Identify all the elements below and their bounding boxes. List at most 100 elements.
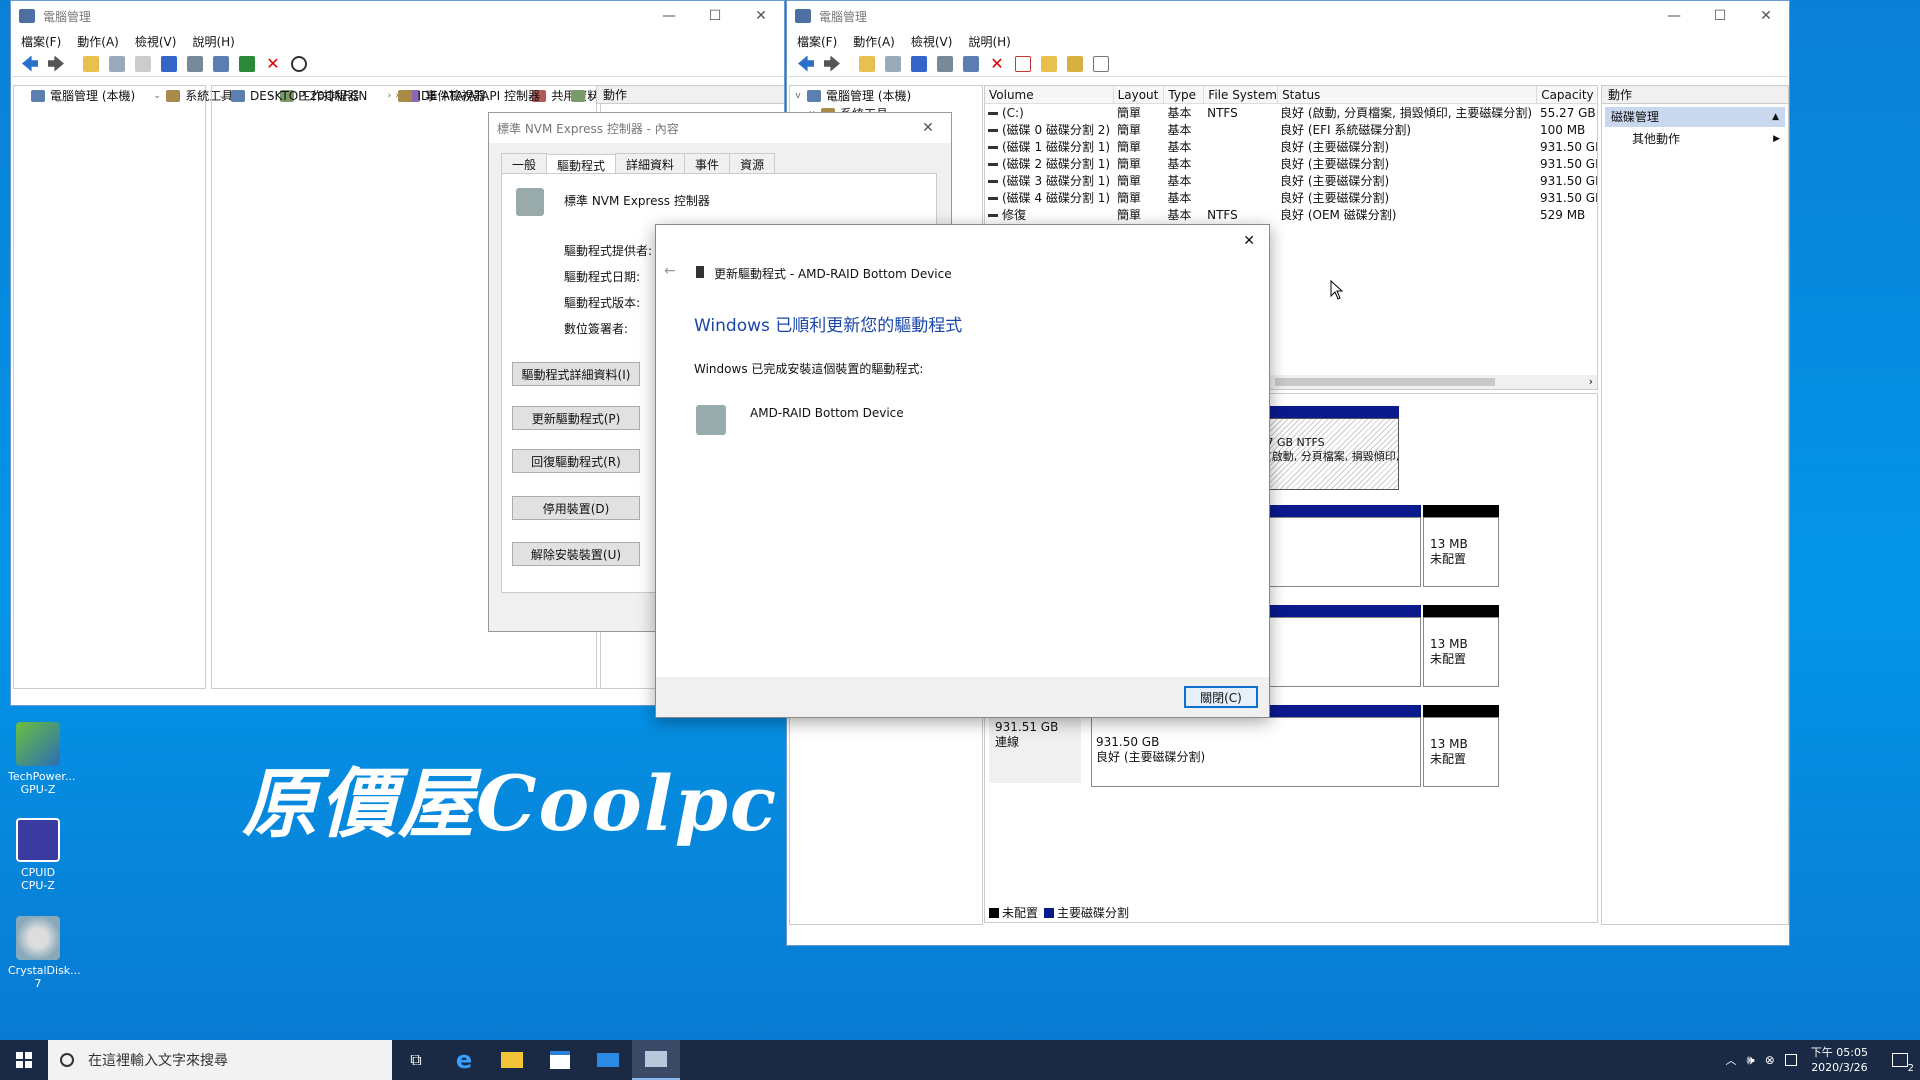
- disk1-unallocated-block[interactable]: 13 MB 未配置: [1423, 505, 1499, 587]
- desktop-icon-gpuz[interactable]: TechPower... GPU-Z: [8, 722, 75, 796]
- device-tree-item[interactable]: ⌄ DESKTOP-20QNFCN: [216, 87, 367, 105]
- collapsed-chevron-icon[interactable]: ›: [556, 87, 568, 105]
- import-icon[interactable]: [1041, 55, 1057, 72]
- close-button[interactable]: ✕: [1243, 233, 1255, 249]
- view-icon[interactable]: [937, 55, 953, 72]
- tab-details[interactable]: 詳細資料: [615, 153, 686, 175]
- monitor-icon[interactable]: [213, 55, 229, 72]
- clock[interactable]: 下午 05:05 2020/3/26: [1811, 1045, 1868, 1075]
- file-explorer-icon[interactable]: [488, 1040, 536, 1080]
- disable-device-button[interactable]: 停用裝置(D): [512, 496, 640, 520]
- col-filesystem[interactable]: File System: [1204, 86, 1279, 103]
- close-button[interactable]: ✕: [905, 113, 951, 143]
- update-driver-icon[interactable]: [239, 55, 255, 72]
- action-center-tray-icon[interactable]: [1784, 1054, 1797, 1066]
- tab-events[interactable]: 事件: [684, 153, 731, 175]
- h-scrollbar-thumb[interactable]: [1275, 378, 1495, 386]
- volume-row[interactable]: (磁碟 4 磁碟分割 1) 簡單 基本 良好 (主要磁碟分割) 931.50 GB: [985, 189, 1597, 206]
- up-folder-icon[interactable]: [859, 55, 875, 72]
- back-icon[interactable]: [22, 55, 38, 72]
- tree-root[interactable]: v 電腦管理 (本機): [792, 87, 980, 105]
- show-hide-tree-icon[interactable]: [885, 55, 901, 72]
- back-icon[interactable]: [798, 55, 814, 72]
- maximize-button[interactable]: ☐: [692, 1, 738, 31]
- menu-view[interactable]: 檢視(V): [911, 33, 953, 50]
- forward-icon[interactable]: [824, 55, 840, 72]
- props-device-name: 標準 NVM Express 控制器: [564, 194, 710, 208]
- menu-action[interactable]: 動作(A): [77, 33, 119, 50]
- desktop-icon-crystaldisk[interactable]: CrystalDisk... 7: [8, 916, 81, 990]
- minimize-button[interactable]: —: [1651, 1, 1697, 31]
- forward-icon[interactable]: [48, 55, 64, 72]
- menu-help[interactable]: 說明(H): [968, 33, 1010, 50]
- device-tree-item[interactable]: ›人性化介面裝置: [540, 87, 600, 105]
- nav-tree-item[interactable]: 電腦管理 (本機): [16, 87, 135, 105]
- minimize-button[interactable]: —: [646, 1, 692, 31]
- disk3-unallocated-block[interactable]: 13 MB 未配置: [1423, 705, 1499, 787]
- back-icon[interactable]: ←: [664, 263, 676, 279]
- tray-chevron-icon[interactable]: ︿: [1726, 1052, 1737, 1068]
- device-tree-item[interactable]: › IDE ATA/ATAPI 控制器: [367, 87, 540, 105]
- list-icon[interactable]: [135, 55, 151, 72]
- volume-row[interactable]: (磁碟 2 磁碟分割 1) 簡單 基本 良好 (主要磁碟分割) 931.50 GB: [985, 155, 1597, 172]
- menu-help[interactable]: 說明(H): [192, 33, 234, 50]
- scroll-right-icon[interactable]: ›: [1589, 375, 1593, 388]
- col-volume[interactable]: Volume: [985, 86, 1114, 103]
- driver-details-button[interactable]: 驅動程式詳細資料(I): [512, 362, 640, 386]
- expanded-chevron-icon[interactable]: ⌄: [151, 87, 163, 105]
- show-hide-tree-icon[interactable]: [109, 55, 125, 72]
- uninstall-icon[interactable]: ✕: [265, 55, 281, 72]
- action-more[interactable]: 其他動作 ▶: [1602, 130, 1788, 148]
- volume-row[interactable]: (磁碟 3 磁碟分割 1) 簡單 基本 良好 (主要磁碟分割) 931.50 GB: [985, 172, 1597, 189]
- col-capacity[interactable]: Capacity: [1537, 86, 1597, 103]
- col-layout[interactable]: Layout: [1114, 86, 1165, 103]
- maximize-button[interactable]: ☐: [1697, 1, 1743, 31]
- network-icon[interactable]: ⊗: [1765, 1053, 1775, 1067]
- notifications-icon[interactable]: 2: [1880, 1040, 1920, 1080]
- menu-action[interactable]: 動作(A): [853, 33, 895, 50]
- volume-row[interactable]: (磁碟 1 磁碟分割 1) 簡單 基本 良好 (主要磁碟分割) 931.50 GB: [985, 138, 1597, 155]
- up-folder-icon[interactable]: [83, 55, 99, 72]
- delete-icon[interactable]: ✕: [989, 55, 1005, 72]
- volume-row[interactable]: (C:) 簡單 基本 NTFS 良好 (啟動, 分頁檔案, 損毀傾印, 主要磁碟分割) 5…: [985, 104, 1597, 121]
- download-icon[interactable]: [291, 55, 307, 72]
- collapsed-chevron-icon[interactable]: ›: [383, 87, 395, 105]
- close-dialog-button[interactable]: 關閉(C): [1184, 686, 1258, 708]
- menu-file[interactable]: 檔案(F): [21, 33, 61, 50]
- close-button[interactable]: ✕: [1743, 1, 1789, 31]
- expanded-chevron-icon[interactable]: ⌄: [216, 87, 228, 105]
- help-icon[interactable]: [161, 55, 177, 72]
- uninstall-device-button[interactable]: 解除安裝裝置(U): [512, 542, 640, 566]
- menu-file[interactable]: 檔案(F): [797, 33, 837, 50]
- edge-icon[interactable]: e: [440, 1040, 488, 1080]
- computer-management-taskbar-icon[interactable]: [632, 1040, 680, 1080]
- view-icon[interactable]: [187, 55, 203, 72]
- properties-icon[interactable]: [1067, 55, 1083, 72]
- volume-row[interactable]: (磁碟 0 磁碟分割 2) 簡單 基本 良好 (EFI 系統磁碟分割) 100 MB: [985, 121, 1597, 138]
- task-view-icon[interactable]: ⧉: [392, 1040, 440, 1080]
- volume-row[interactable]: 修復 簡單 基本 NTFS 良好 (OEM 磁碟分割) 529 MB: [985, 206, 1597, 223]
- action-section-disk-mgmt[interactable]: 磁碟管理 ▲: [1605, 107, 1785, 127]
- start-windows-icon[interactable]: [0, 1040, 48, 1080]
- volume-cell: 良好 (主要磁碟分割): [1280, 191, 1390, 205]
- col-status[interactable]: Status: [1278, 86, 1538, 103]
- col-type[interactable]: Type: [1164, 86, 1205, 103]
- collapse-icon[interactable]: ▲: [1772, 107, 1779, 127]
- help-icon[interactable]: [911, 55, 927, 72]
- right-action-header: 動作: [1602, 86, 1788, 104]
- close-button[interactable]: ✕: [738, 1, 784, 31]
- desktop-icon-cpuz[interactable]: CPUID CPU-Z: [8, 818, 68, 892]
- update-driver-button[interactable]: 更新驅動程式(P): [512, 406, 640, 430]
- connect-icon[interactable]: [963, 55, 979, 72]
- check-icon[interactable]: [1015, 55, 1031, 72]
- tab-resources[interactable]: 資源: [729, 153, 776, 175]
- store-icon[interactable]: [536, 1040, 584, 1080]
- export-icon[interactable]: [1093, 55, 1109, 72]
- tab-general[interactable]: 一般: [501, 153, 548, 175]
- menu-view[interactable]: 檢視(V): [135, 33, 177, 50]
- taskbar-search-box[interactable]: 在這裡輸入文字來搜尋: [48, 1040, 392, 1080]
- disk2-unallocated-block[interactable]: 13 MB 未配置: [1423, 605, 1499, 687]
- volume-icon[interactable]: 🕪: [1747, 1053, 1755, 1068]
- rollback-driver-button[interactable]: 回復驅動程式(R): [512, 449, 640, 473]
- mail-icon[interactable]: [584, 1040, 632, 1080]
